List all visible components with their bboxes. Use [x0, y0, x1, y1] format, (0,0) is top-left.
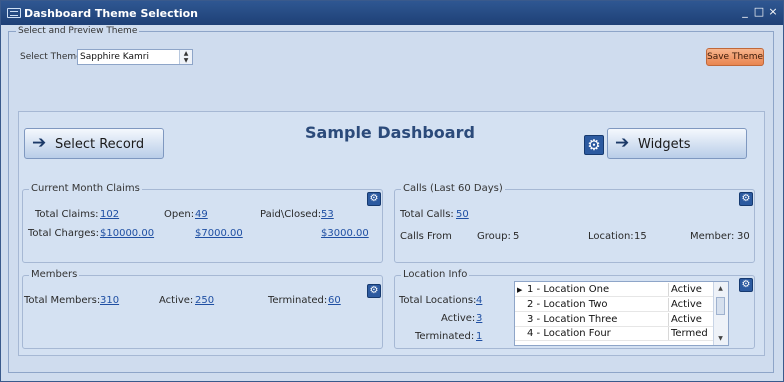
window-title: Dashboard Theme Selection [24, 7, 199, 20]
location-name: 3 - Location Three [527, 314, 618, 325]
location-status: Active [668, 283, 702, 297]
theme-select[interactable]: Sapphire Kamri ▲ ▼ [77, 49, 193, 65]
theme-select-value: Sapphire Kamri [80, 52, 149, 62]
gear-icon[interactable]: ⚙ [367, 192, 381, 206]
open-label: Open: [164, 209, 195, 220]
gear-icon[interactable]: ⚙ [739, 278, 753, 292]
open-charges-link[interactable]: $7000.00 [195, 228, 243, 239]
claims-title: Current Month Claims [29, 183, 142, 194]
total-locations-label: Total Locations: [399, 295, 477, 306]
location-list[interactable]: ▶ 1 - Location One Active 2 - Location T… [514, 281, 729, 346]
total-calls-label: Total Calls: [400, 209, 454, 220]
terminated-locations-link[interactable]: 1 [476, 331, 482, 342]
total-locations-link[interactable]: 4 [476, 295, 482, 306]
widgets-label: Widgets [638, 137, 691, 152]
location-status: Termed [668, 327, 708, 341]
list-scrollbar[interactable]: ▲ ▼ [713, 282, 728, 345]
members-panel: Members [22, 269, 383, 349]
location-status: Active [668, 298, 702, 312]
paid-charges-link[interactable]: $3000.00 [321, 228, 369, 239]
arrow-right-icon: ➔ [32, 133, 47, 153]
calls-panel: Calls (Last 60 Days) [394, 183, 755, 263]
location-name: 2 - Location Two [527, 299, 608, 310]
active-members-label: Active: [159, 295, 194, 306]
group-value: 5 [513, 231, 520, 242]
paid-closed-label: Paid\Closed: [260, 209, 322, 220]
arrow-right-icon: ➔ [615, 133, 630, 153]
total-charges-label: Total Charges: [28, 228, 99, 239]
list-item[interactable]: 2 - Location Two Active [515, 298, 715, 312]
maximize-button[interactable]: □ [752, 5, 766, 19]
window-icon [7, 8, 21, 18]
active-locations-label: Active: [441, 313, 476, 324]
paid-claims-link[interactable]: 53 [321, 209, 334, 220]
terminated-locations-label: Terminated: [415, 331, 475, 342]
save-theme-button[interactable]: Save Theme [706, 48, 764, 66]
theme-group-label: Select and Preview Theme [16, 26, 140, 36]
close-button[interactable]: × [766, 5, 780, 19]
terminated-members-label: Terminated: [268, 295, 328, 306]
list-item[interactable]: 3 - Location Three Active [515, 313, 715, 327]
list-item[interactable]: ▶ 1 - Location One Active [515, 283, 715, 297]
active-members-link[interactable]: 250 [195, 295, 214, 306]
members-title: Members [29, 269, 80, 280]
member-label: Member: [690, 231, 735, 242]
total-members-link[interactable]: 310 [100, 295, 119, 306]
total-claims-label: Total Claims: [35, 209, 99, 220]
open-claims-link[interactable]: 49 [195, 209, 208, 220]
scroll-down-icon[interactable]: ▼ [715, 333, 726, 344]
gear-icon[interactable]: ⚙ [739, 192, 753, 206]
dashboard-title: Sample Dashboard [305, 123, 475, 142]
scroll-thumb[interactable] [716, 297, 725, 315]
claims-panel: Current Month Claims [22, 183, 383, 263]
select-record-button[interactable]: ➔ Select Record [24, 128, 164, 159]
total-charges-link[interactable]: $10000.00 [100, 228, 154, 239]
gear-icon[interactable]: ⚙ [367, 284, 381, 298]
select-record-label: Select Record [55, 137, 145, 152]
minimize-button[interactable]: _ [738, 5, 752, 19]
list-item[interactable]: 4 - Location Four Termed [515, 327, 715, 341]
total-calls-link[interactable]: 50 [456, 209, 469, 220]
location-status: Active [668, 313, 702, 327]
row-indicator-icon: ▶ [517, 286, 523, 294]
total-claims-link[interactable]: 102 [100, 209, 119, 220]
active-locations-link[interactable]: 3 [476, 313, 482, 324]
location-name: 1 - Location One [527, 284, 610, 295]
group-label: Group: [477, 231, 511, 242]
theme-window: Dashboard Theme Selection _ □ × Select a… [0, 0, 784, 382]
title-bar[interactable]: Dashboard Theme Selection _ □ × [1, 1, 783, 25]
calls-title: Calls (Last 60 Days) [401, 183, 505, 194]
member-value: 30 [737, 231, 750, 242]
terminated-members-link[interactable]: 60 [328, 295, 341, 306]
location-info-title: Location Info [401, 269, 470, 280]
spinner-icon[interactable]: ▲ ▼ [179, 50, 192, 64]
scroll-up-icon[interactable]: ▲ [715, 283, 726, 294]
calls-from-label: Calls From [400, 231, 452, 242]
widgets-button[interactable]: ➔ Widgets [607, 128, 747, 159]
gear-icon[interactable]: ⚙ [584, 135, 604, 155]
select-theme-label: Select Theme [20, 52, 82, 62]
location-label: Location: [588, 231, 634, 242]
location-value: 15 [634, 231, 647, 242]
total-members-label: Total Members: [24, 295, 101, 306]
location-name: 4 - Location Four [527, 328, 611, 339]
